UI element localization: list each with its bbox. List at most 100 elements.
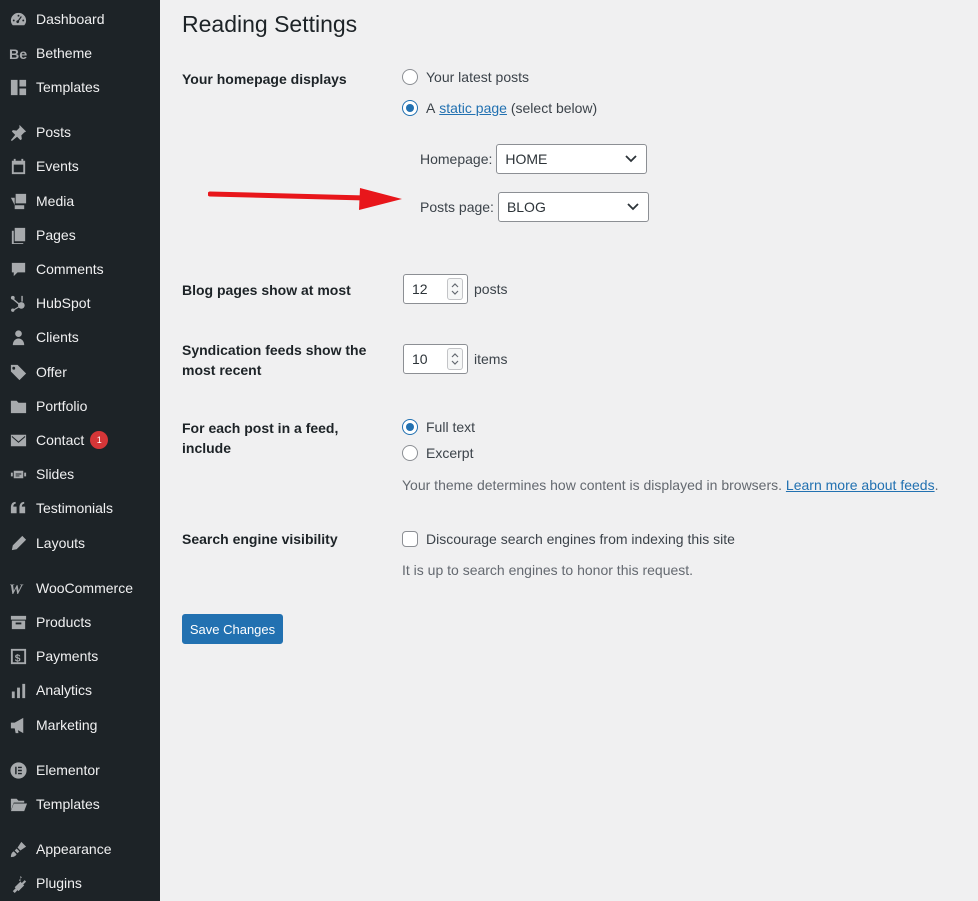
elementor-icon <box>8 760 28 780</box>
radio-label-suffix: (select below) <box>510 100 598 116</box>
sidebar-item-betheme[interactable]: Be Betheme <box>0 36 160 70</box>
chevron-down-icon <box>451 360 459 365</box>
folder-icon <box>8 396 28 416</box>
plugin-icon <box>8 873 28 893</box>
sidebar-item-elementor[interactable]: Elementor <box>0 753 160 787</box>
radio-button[interactable] <box>402 445 418 461</box>
archive-icon <box>8 612 28 632</box>
sidebar-item-pages[interactable]: Pages <box>0 218 160 252</box>
sidebar-item-clients[interactable]: Clients <box>0 320 160 354</box>
mail-icon <box>8 430 28 450</box>
homepage-displays-label: Your homepage displays <box>182 71 347 87</box>
homepage-select-value: HOME <box>505 151 548 167</box>
sidebar-item-plugins[interactable]: Plugins <box>0 866 160 900</box>
folder-open-icon <box>8 794 28 814</box>
syndication-value: 10 <box>412 351 428 367</box>
sidebar-item-appearance[interactable]: Appearance <box>0 832 160 866</box>
sidebar-item-dashboard[interactable]: Dashboard <box>0 2 160 36</box>
radio-label: Your latest posts <box>426 69 529 85</box>
static-page-link[interactable]: static page <box>439 100 507 116</box>
sidebar-item-comments[interactable]: Comments <box>0 252 160 286</box>
sidebar-item-label: Pages <box>36 227 76 243</box>
sidebar-item-label: Portfolio <box>36 398 88 414</box>
sidebar-item-elementor-templates[interactable]: Templates <box>0 787 160 821</box>
feed-description-end: . <box>934 477 939 493</box>
sidebar-item-label: Analytics <box>36 682 93 698</box>
chevron-down-icon <box>624 151 638 168</box>
calendar-icon <box>8 156 28 176</box>
homepage-select-label: Homepage: <box>420 151 493 167</box>
sidebar-item-label: Dashboard <box>36 11 105 27</box>
comment-icon <box>8 259 28 279</box>
sidebar-item-portfolio[interactable]: Portfolio <box>0 389 160 423</box>
pencil-icon <box>8 533 28 553</box>
search-visibility-label: Search engine visibility <box>182 531 338 547</box>
radio-full-text[interactable]: Full text <box>402 419 475 435</box>
svg-text:$: $ <box>14 653 20 664</box>
sidebar-item-products[interactable]: Products <box>0 605 160 639</box>
save-changes-button[interactable]: Save Changes <box>182 614 283 644</box>
sidebar-item-hubspot[interactable]: HubSpot <box>0 286 160 320</box>
dashboard-icon <box>8 9 28 29</box>
sidebar-item-layouts[interactable]: Layouts <box>0 526 160 560</box>
sidebar-item-label: Layouts <box>36 535 86 551</box>
pushpin-icon <box>8 122 28 142</box>
number-spinner[interactable] <box>447 278 463 300</box>
sidebar-item-slides[interactable]: Slides <box>0 457 160 491</box>
notification-badge: 1 <box>90 431 109 449</box>
radio-button-checked[interactable] <box>402 419 418 435</box>
sidebar-item-payments[interactable]: $ Payments <box>0 639 160 673</box>
sidebar-item-label: Appearance <box>36 841 112 857</box>
sidebar-item-label: Comments <box>36 261 104 277</box>
sidebar-item-label: Betheme <box>36 45 93 61</box>
syndication-input[interactable]: 10 <box>403 344 468 374</box>
chevron-down-icon <box>626 199 640 216</box>
blog-pages-value: 12 <box>412 281 428 297</box>
slides-icon <box>8 464 28 484</box>
sidebar-item-label: Contact <box>36 432 85 448</box>
sidebar-item-media[interactable]: Media <box>0 184 160 218</box>
posts-page-select-value: BLOG <box>506 199 546 215</box>
discourage-search-checkbox-row[interactable]: Discourage search engines from indexing … <box>402 531 735 547</box>
sidebar-item-posts[interactable]: Posts <box>0 115 160 149</box>
radio-excerpt[interactable]: Excerpt <box>402 445 473 461</box>
svg-text:W: W <box>9 581 24 598</box>
sidebar-item-label: Posts <box>36 124 72 140</box>
posts-page-select[interactable]: BLOG <box>497 192 649 222</box>
radio-latest-posts[interactable]: Your latest posts <box>402 69 529 85</box>
number-spinner[interactable] <box>447 348 463 370</box>
syndication-label: Syndication feeds show the most recent <box>182 342 367 378</box>
sidebar-item-offer[interactable]: Offer <box>0 355 160 389</box>
sidebar-item-testimonials[interactable]: Testimonials <box>0 491 160 525</box>
homepage-select[interactable]: HOME <box>496 144 648 174</box>
posts-page-select-label: Posts page: <box>420 199 494 215</box>
sidebar-item-analytics[interactable]: Analytics <box>0 673 160 707</box>
posts-page-select-row: Posts page: BLOG <box>420 192 649 222</box>
blog-pages-input[interactable]: 12 <box>403 274 468 304</box>
tag-icon <box>8 362 28 382</box>
learn-more-feeds-link[interactable]: Learn more about feeds <box>786 477 935 493</box>
sidebar-item-label: Marketing <box>36 717 98 733</box>
sidebar-item-contact[interactable]: Contact 1 <box>0 423 160 457</box>
templates-icon <box>8 77 28 97</box>
pages-icon <box>8 225 28 245</box>
blog-pages-label: Blog pages show at most <box>182 282 351 298</box>
sidebar-item-events[interactable]: Events <box>0 149 160 183</box>
feed-include-label: For each post in a feed, include <box>182 420 339 456</box>
hubspot-icon <box>8 293 28 313</box>
media-icon <box>8 191 28 211</box>
sidebar-item-templates[interactable]: Templates <box>0 70 160 104</box>
sidebar-item-label: Plugins <box>36 875 82 891</box>
radio-button-checked[interactable] <box>402 100 418 116</box>
sidebar-item-woocommerce[interactable]: W WooCommerce <box>0 571 160 605</box>
sidebar-item-label: Products <box>36 614 92 630</box>
radio-static-page[interactable]: A static page (select below) <box>402 100 597 116</box>
radio-button[interactable] <box>402 69 418 85</box>
chevron-up-icon <box>451 283 459 288</box>
radio-label: Excerpt <box>426 445 474 461</box>
sidebar-item-label: Media <box>36 193 75 209</box>
red-arrow-annotation <box>208 188 402 210</box>
paintbrush-icon <box>8 839 28 859</box>
discourage-search-checkbox[interactable] <box>402 531 418 547</box>
sidebar-item-marketing[interactable]: Marketing <box>0 708 160 742</box>
